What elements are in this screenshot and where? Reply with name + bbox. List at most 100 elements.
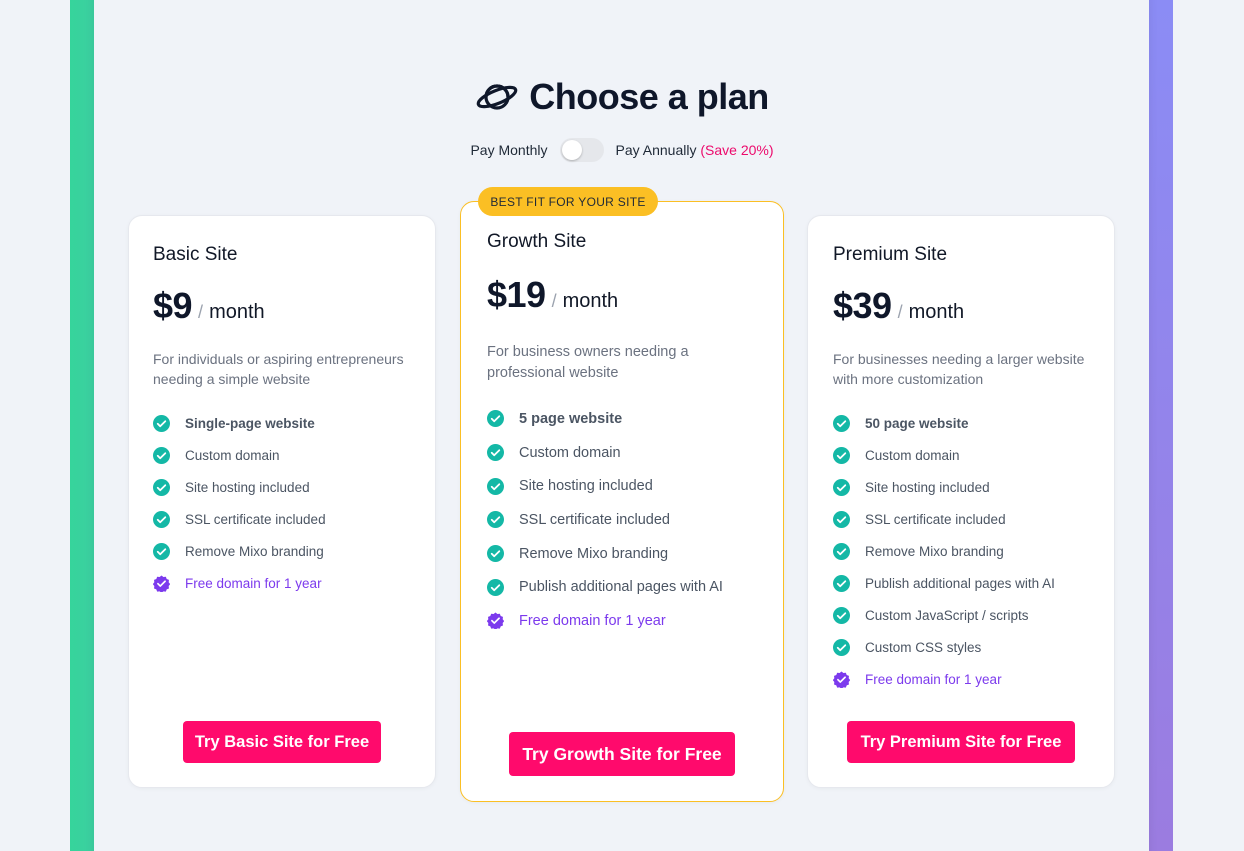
verified-badge-icon xyxy=(153,574,170,592)
check-circle-icon xyxy=(153,446,170,464)
feature-label: Free domain for 1 year xyxy=(185,575,322,591)
feature-list-growth: 5 page website Custom domain Site hostin… xyxy=(487,402,723,638)
feature-label: Remove Mixo branding xyxy=(519,545,669,562)
check-circle-icon xyxy=(833,446,850,464)
description-line: For businesses needing a larger website xyxy=(833,351,1085,367)
try-growth-button[interactable]: Try Growth Site for Free xyxy=(509,732,735,776)
verified-badge-icon xyxy=(487,612,504,630)
plan-name-premium: Premium Site xyxy=(833,244,948,265)
check-circle-icon xyxy=(153,542,170,560)
feature-label: Site hosting included xyxy=(865,479,990,495)
check-circle-icon xyxy=(487,578,504,596)
plan-name-basic: Basic Site xyxy=(153,244,238,265)
description-line: For business owners needing a xyxy=(487,344,689,360)
feature-label: Custom CSS styles xyxy=(865,639,982,655)
feature-label: Custom domain xyxy=(185,447,280,463)
feature-label: Remove Mixo branding xyxy=(865,543,1004,559)
feature-item: SSL certificate included xyxy=(833,503,1055,535)
description-line: professional website xyxy=(487,365,619,381)
feature-item: Custom CSS styles xyxy=(833,631,1055,663)
check-circle-icon xyxy=(487,444,504,462)
feature-label: Publish additional pages with AI xyxy=(519,579,723,596)
feature-label: Custom JavaScript / scripts xyxy=(865,607,1029,623)
check-circle-icon xyxy=(153,510,170,528)
best-fit-badge: BEST FIT FOR YOUR SITE xyxy=(478,187,658,216)
toggle-knob xyxy=(561,140,582,160)
check-circle-icon xyxy=(487,545,504,563)
feature-item: Site hosting included xyxy=(833,471,1055,503)
verified-badge-icon xyxy=(833,670,850,688)
feature-item: Publish additional pages with AI xyxy=(487,570,723,604)
feature-item: Publish additional pages with AI xyxy=(833,567,1055,599)
feature-label: 50 page website xyxy=(865,415,969,431)
billing-toggle-switch[interactable] xyxy=(559,138,604,162)
plan-price-premium: $39 / month xyxy=(833,285,964,327)
check-circle-icon xyxy=(833,542,850,560)
description-line: needing a simple website xyxy=(153,371,311,387)
plan-description-growth: For business owners needing a profession… xyxy=(487,342,689,384)
feature-item: 50 page website xyxy=(833,407,1055,439)
pricing-header: Choose a plan xyxy=(0,76,1244,118)
check-circle-icon xyxy=(833,510,850,528)
plan-price-basic: $9 / month xyxy=(153,285,265,327)
price-slash: / xyxy=(198,302,204,322)
feature-label: Publish additional pages with AI xyxy=(865,575,1055,591)
feature-label: Remove Mixo branding xyxy=(185,543,324,559)
feature-label: Single-page website xyxy=(185,415,315,431)
bonus-feature-item: Free domain for 1 year xyxy=(153,567,326,599)
feature-item: Custom JavaScript / scripts xyxy=(833,599,1055,631)
billing-toggle-row: Pay Monthly Pay Annually (Save 20%) xyxy=(0,138,1244,162)
feature-item: Custom domain xyxy=(487,436,723,470)
check-circle-icon xyxy=(153,478,170,496)
check-circle-icon xyxy=(487,511,504,529)
feature-item: Remove Mixo branding xyxy=(833,535,1055,567)
bonus-feature-item: Free domain for 1 year xyxy=(833,663,1055,695)
feature-label: Custom domain xyxy=(519,444,621,461)
check-circle-icon xyxy=(487,477,504,495)
price-period: month xyxy=(908,301,965,323)
try-basic-button[interactable]: Try Basic Site for Free xyxy=(183,721,381,763)
plan-name-growth: Growth Site xyxy=(487,231,587,252)
feature-label: SSL certificate included xyxy=(519,511,670,528)
feature-item: SSL certificate included xyxy=(153,503,326,535)
pay-annually-text: Pay Annually xyxy=(615,142,697,158)
plan-description-premium: For businesses needing a larger website … xyxy=(833,349,1084,389)
feature-label: 5 page website xyxy=(519,410,623,427)
check-circle-icon xyxy=(833,478,850,496)
feature-item: Site hosting included xyxy=(487,469,723,503)
planet-icon xyxy=(476,84,518,110)
feature-label: Site hosting included xyxy=(185,479,310,495)
price-amount: $39 xyxy=(833,285,892,326)
feature-list-basic: Single-page website Custom domain Site h… xyxy=(153,407,326,599)
page-title: Choose a plan xyxy=(529,76,769,117)
check-circle-icon xyxy=(833,414,850,432)
description-line: with more customization xyxy=(833,371,984,387)
feature-item: 5 page website xyxy=(487,402,723,436)
feature-item: Remove Mixo branding xyxy=(487,537,723,571)
feature-label: SSL certificate included xyxy=(185,511,326,527)
feature-label: Free domain for 1 year xyxy=(865,671,1002,687)
plan-price-growth: $19 / month xyxy=(487,274,618,316)
check-circle-icon xyxy=(833,574,850,592)
price-period: month xyxy=(562,290,619,312)
price-amount: $19 xyxy=(487,274,546,315)
feature-label: Custom domain xyxy=(865,447,960,463)
price-period: month xyxy=(209,301,265,323)
check-circle-icon xyxy=(833,606,850,624)
feature-item: Custom domain xyxy=(833,439,1055,471)
feature-item: Single-page website xyxy=(153,407,326,439)
check-circle-icon xyxy=(153,414,170,432)
try-premium-button[interactable]: Try Premium Site for Free xyxy=(847,721,1075,763)
feature-label: Free domain for 1 year xyxy=(519,612,666,629)
feature-label: SSL certificate included xyxy=(865,511,1006,527)
feature-item: SSL certificate included xyxy=(487,503,723,537)
save-percent-label: (Save 20%) xyxy=(700,142,774,158)
feature-item: Site hosting included xyxy=(153,471,326,503)
check-circle-icon xyxy=(487,410,504,428)
pay-monthly-label[interactable]: Pay Monthly xyxy=(470,142,547,158)
price-slash: / xyxy=(551,291,557,311)
feature-list-premium: 50 page website Custom domain Site hosti… xyxy=(833,407,1055,695)
price-amount: $9 xyxy=(153,285,193,326)
pay-annually-label[interactable]: Pay Annually (Save 20%) xyxy=(616,142,774,158)
feature-label: Site hosting included xyxy=(519,478,653,495)
